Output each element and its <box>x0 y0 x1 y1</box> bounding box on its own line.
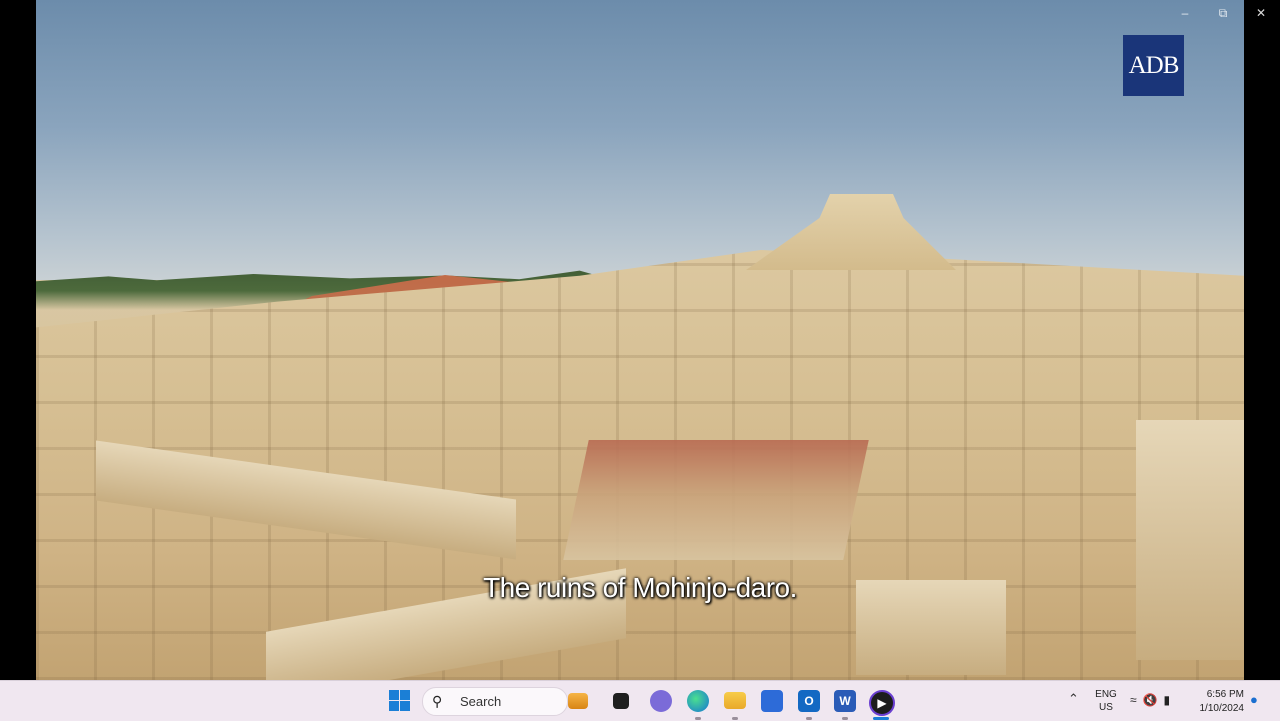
store-icon[interactable] <box>761 690 783 712</box>
close-button[interactable]: ✕ <box>1242 0 1280 26</box>
great-bath <box>563 440 869 560</box>
search-label: Search <box>460 694 502 709</box>
file-explorer-icon[interactable] <box>724 692 746 709</box>
keyboard-region: US <box>1099 702 1113 713</box>
clock-date: 1/10/2024 <box>1199 703 1245 714</box>
taskbar-search[interactable]: ⚲ Search <box>422 687 568 716</box>
window-controls: – ⧉ ✕ <box>1166 0 1280 26</box>
sky <box>36 0 1244 280</box>
language-indicator[interactable]: ENG US <box>1092 688 1120 714</box>
clock[interactable]: 6:56 PM 1/10/2024 <box>1192 688 1245 716</box>
search-icon: ⚲ <box>432 693 443 709</box>
video-frame[interactable]: ADB The ruins of Mohinjo-daro. <box>36 0 1244 680</box>
adb-logo: ADB <box>1123 35 1184 96</box>
clock-time: 6:56 PM <box>1206 689 1244 700</box>
start-button[interactable] <box>389 690 410 711</box>
outlook-icon[interactable]: O <box>798 690 820 712</box>
restore-button[interactable]: ⧉ <box>1204 0 1242 26</box>
language-code: ENG <box>1095 689 1117 700</box>
media-player-icon[interactable]: ▶ <box>869 690 895 716</box>
edge-icon[interactable] <box>687 690 709 712</box>
minimize-button[interactable]: – <box>1166 0 1204 26</box>
video-caption: The ruins of Mohinjo-daro. <box>483 572 797 603</box>
taskbar: ⚲ Search O W ▶ ⌃ ENG US ≈ 🔇 ▮ 6:56 PM 1/… <box>0 680 1280 721</box>
word-icon[interactable]: W <box>834 690 856 712</box>
task-view-icon[interactable] <box>613 693 629 709</box>
wifi-icon: ≈ <box>1130 693 1137 707</box>
chat-icon[interactable] <box>650 690 672 712</box>
chevron-up-icon[interactable]: ⌃ <box>1068 691 1079 707</box>
notification-bell-icon[interactable]: ● <box>1250 692 1258 707</box>
battery-icon: ▮ <box>1163 693 1171 707</box>
mute-speaker-icon: 🔇 <box>1142 693 1158 707</box>
windows-logo-icon <box>389 690 399 700</box>
system-tray[interactable]: ≈ 🔇 ▮ <box>1130 693 1170 707</box>
ruin-wall <box>1136 420 1244 660</box>
briefcase-icon[interactable] <box>568 693 588 709</box>
